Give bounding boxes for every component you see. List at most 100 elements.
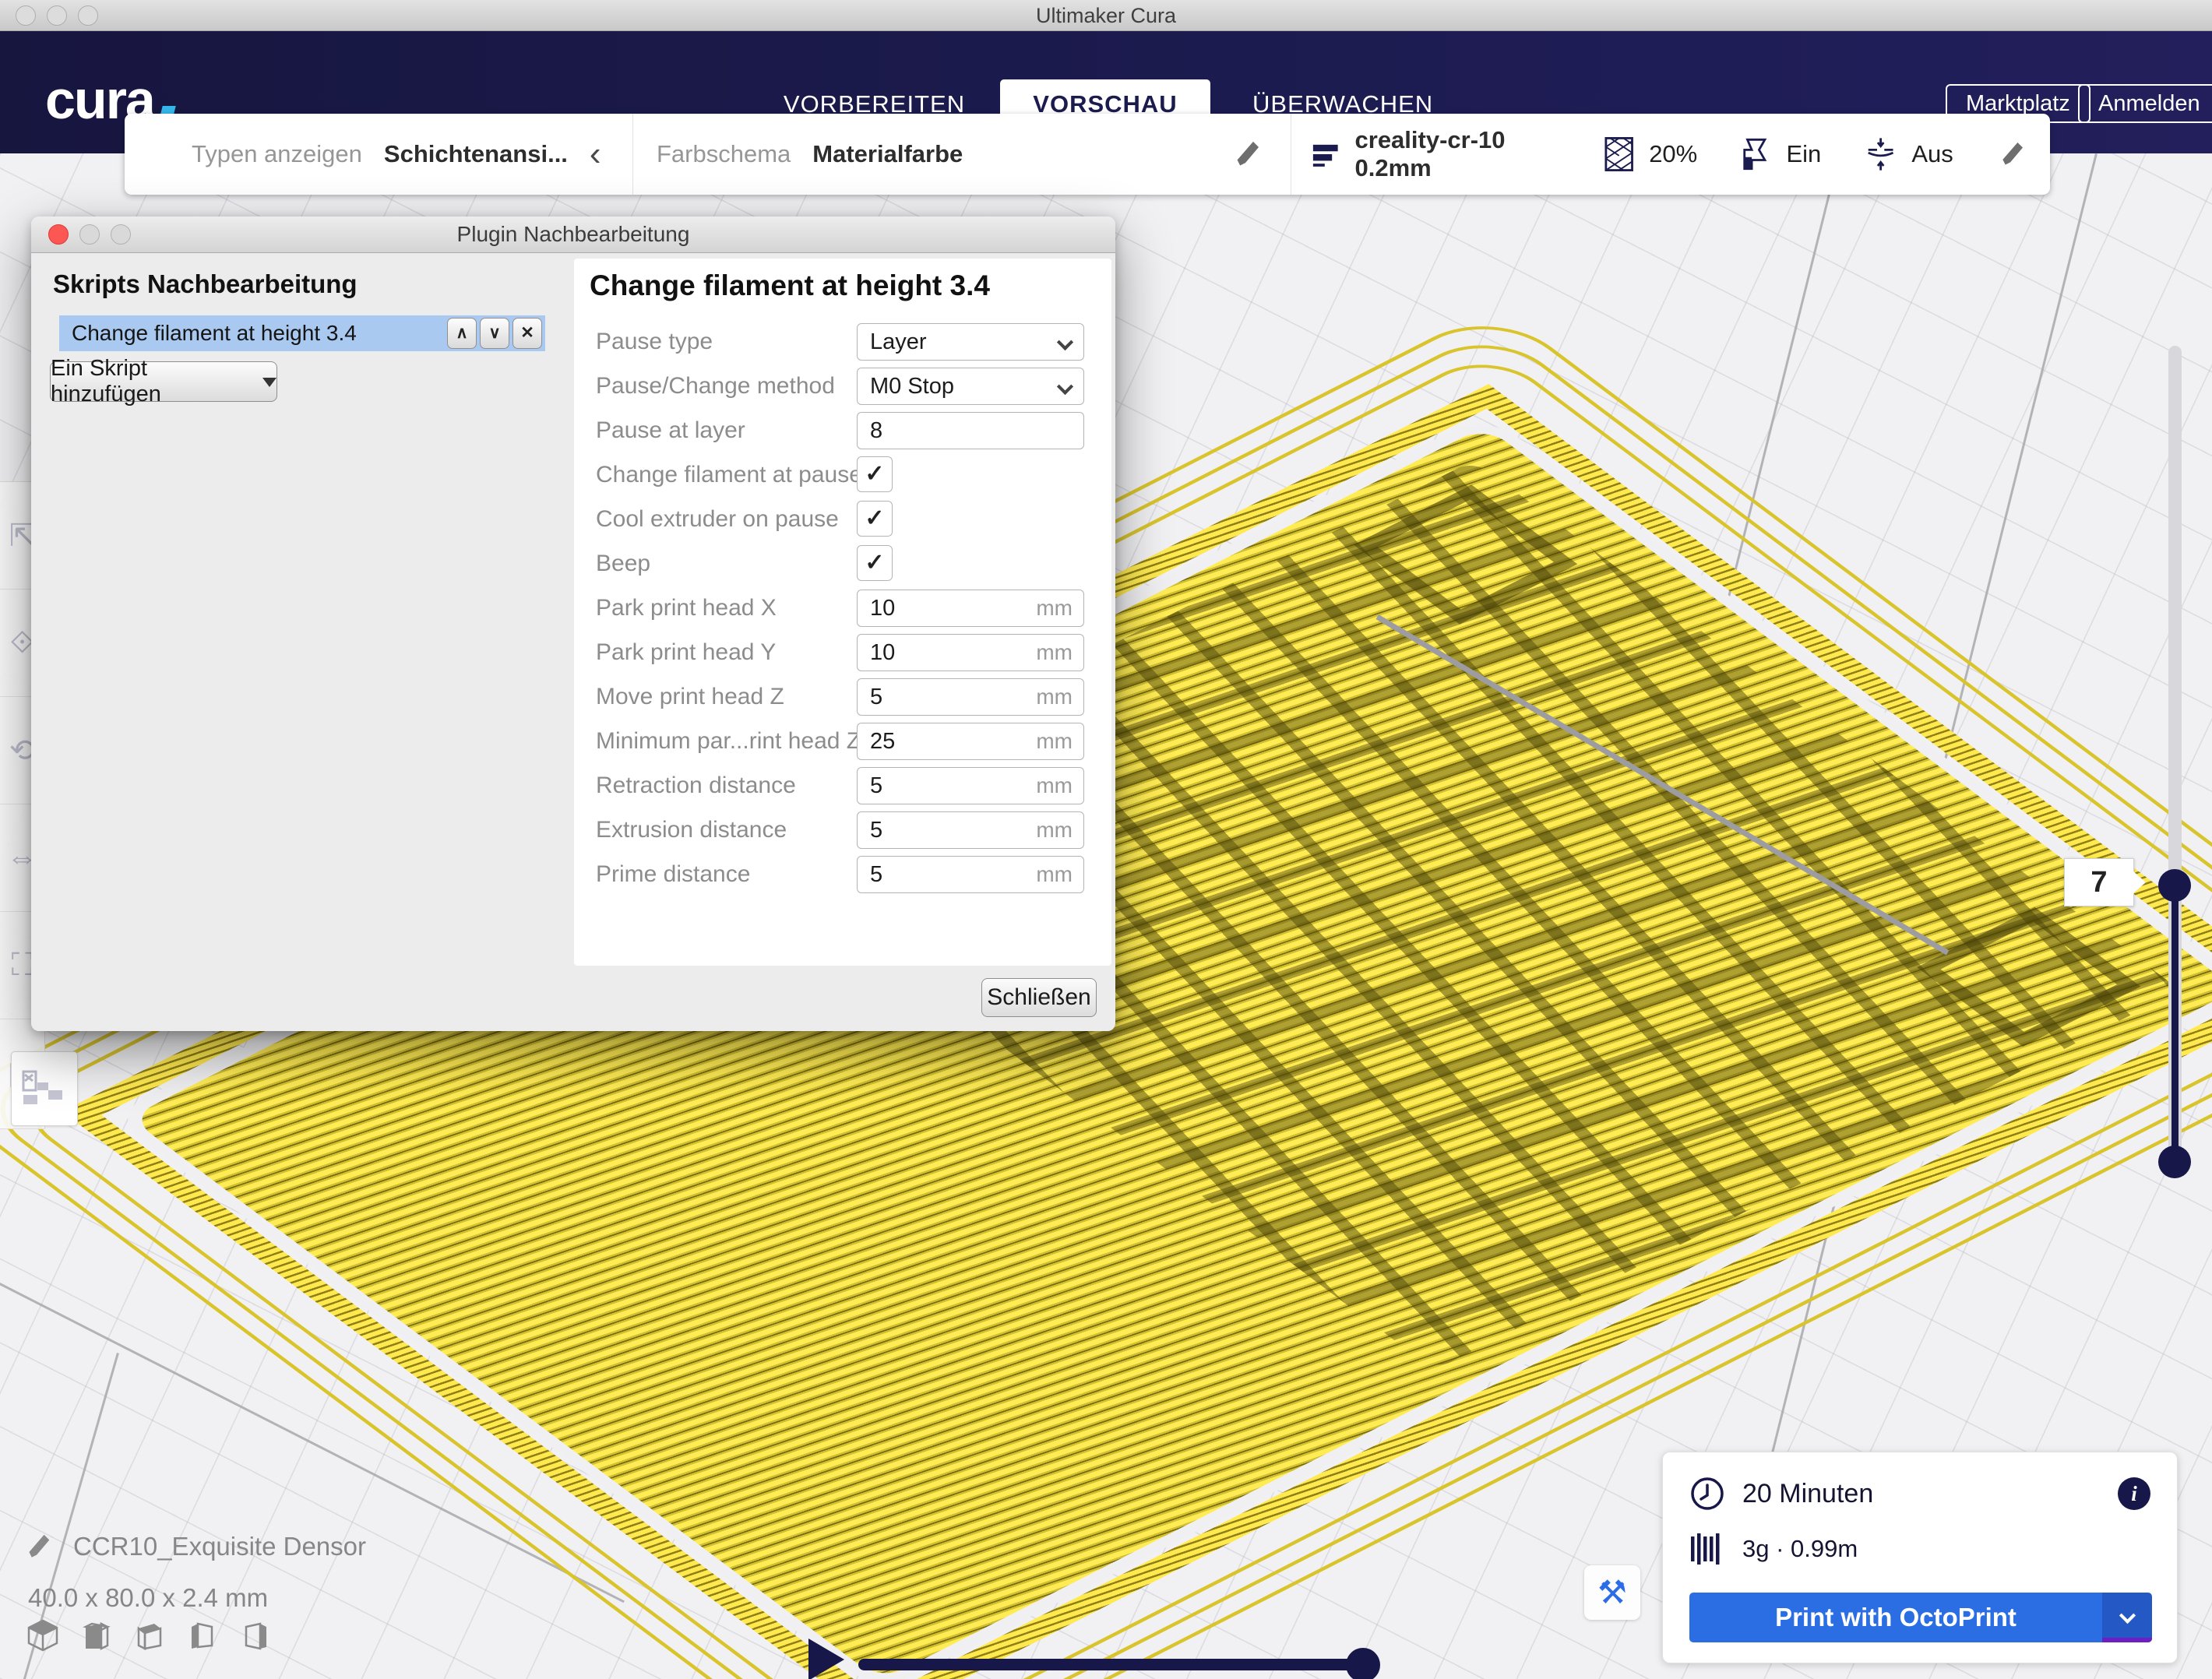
- dialog-minimize-icon[interactable]: [79, 224, 100, 245]
- remove-script-button[interactable]: ✕: [512, 318, 542, 349]
- material-usage: 3g · 0.99m: [1742, 1535, 1858, 1563]
- chevron-down-icon: [1057, 378, 1073, 394]
- dialog-titlebar[interactable]: Plugin Nachbearbeitung: [31, 216, 1115, 253]
- field-label: Move print head Z: [596, 678, 784, 716]
- beep-checkbox[interactable]: ✓: [857, 545, 893, 581]
- field-label: Cool extruder on pause: [596, 501, 839, 538]
- support-icon: [1742, 137, 1770, 171]
- dialog-maximize-icon[interactable]: [111, 224, 131, 245]
- edit-pencil-icon[interactable]: [26, 1533, 53, 1560]
- playback-track[interactable]: [858, 1659, 1366, 1670]
- per-model-tool-icon: ⛶: [12, 948, 33, 983]
- dropdown-triangle-icon: [262, 378, 276, 394]
- input-value: 5: [870, 818, 1036, 843]
- input-value: 10: [870, 596, 1036, 621]
- move-head-z-input[interactable]: 5 mm: [857, 678, 1084, 716]
- stairs-icon: [22, 1068, 67, 1109]
- view-left-icon[interactable]: [184, 1617, 220, 1653]
- view-options-bar: Typen anzeigen Schichtenansi... ‹ Farbsc…: [125, 114, 2050, 195]
- printer-profile-button[interactable]: creality-cr-10 0.2mm: [1355, 126, 1573, 182]
- view-top-icon[interactable]: [131, 1617, 167, 1653]
- os-titlebar: Ultimaker Cura: [0, 0, 2212, 31]
- pause-at-layer-input[interactable]: 8: [857, 412, 1084, 449]
- project-name: CCR10_Exquisite Densor: [73, 1532, 366, 1561]
- input-value: 10: [870, 640, 1036, 666]
- park-head-x-input[interactable]: 10 mm: [857, 590, 1084, 627]
- cool-extruder-checkbox[interactable]: ✓: [857, 501, 893, 537]
- hammer-wrench-icon: ⚒: [1597, 1574, 1627, 1610]
- move-script-up-button[interactable]: ∧: [447, 318, 477, 349]
- dialog-close-icon[interactable]: [48, 224, 69, 245]
- infill-icon: [1604, 136, 1633, 173]
- post-processing-dialog: Plugin Nachbearbeitung Skripts Nachbearb…: [31, 216, 1115, 1031]
- script-list-item-selected[interactable]: Change filament at height 3.4 ∧ ∨ ✕: [59, 315, 545, 351]
- adhesion-value: Aus: [1911, 140, 1953, 168]
- clock-icon: [1689, 1476, 1725, 1512]
- scripts-heading: Skripts Nachbearbeitung: [53, 269, 358, 299]
- print-options-dropdown[interactable]: [2102, 1593, 2152, 1642]
- script-settings-heading: Change filament at height 3.4: [590, 269, 990, 302]
- unit-label: mm: [1036, 773, 1073, 798]
- field-label: Minimum par...rint head Z: [596, 723, 861, 760]
- edit-print-settings-pencil-icon[interactable]: [2000, 140, 2027, 168]
- select-value: M0 Stop: [870, 374, 1059, 400]
- collapse-chevron-icon[interactable]: ‹: [590, 115, 601, 193]
- unit-label: mm: [1036, 596, 1073, 621]
- move-script-down-button[interactable]: ∨: [480, 318, 509, 349]
- view-type-label: Typen anzeigen: [192, 140, 362, 168]
- layer-slider-range: [2171, 885, 2179, 1162]
- print-info-panel: 20 Minuten i 3g · 0.99m Print with OctoP…: [1662, 1452, 2178, 1663]
- extrusion-distance-input[interactable]: 5 mm: [857, 811, 1084, 849]
- view-type-dropdown[interactable]: Schichtenansi...: [384, 140, 568, 168]
- signin-button[interactable]: Anmelden: [2078, 84, 2212, 123]
- field-label: Beep: [596, 545, 650, 583]
- minimum-park-head-z-input[interactable]: 25 mm: [857, 723, 1084, 760]
- info-icon[interactable]: i: [2118, 1477, 2150, 1510]
- play-button[interactable]: [808, 1639, 844, 1679]
- field-label: Retraction distance: [596, 767, 796, 804]
- window-title: Ultimaker Cura: [0, 0, 2212, 31]
- print-with-octoprint-button[interactable]: Print with OctoPrint: [1689, 1593, 2102, 1642]
- field-label: Change filament at pause: [596, 456, 862, 494]
- infill-value: 20%: [1649, 140, 1697, 168]
- model-dimensions: 40.0 x 80.0 x 2.4 mm: [28, 1583, 268, 1613]
- view-3d-icon[interactable]: [25, 1617, 61, 1653]
- prime-distance-input[interactable]: 5 mm: [857, 856, 1084, 893]
- print-time: 20 Minuten: [1742, 1479, 1873, 1509]
- retraction-distance-input[interactable]: 5 mm: [857, 767, 1084, 804]
- close-dialog-button[interactable]: Schließen: [981, 978, 1097, 1017]
- add-script-button[interactable]: Ein Skript hinzufügen: [50, 361, 277, 402]
- qr-finder-square: [1354, 484, 1577, 624]
- unit-label: mm: [1036, 818, 1073, 843]
- layer-indicator: 7: [2064, 858, 2134, 906]
- edit-view-pencil-icon[interactable]: [1235, 140, 1263, 168]
- adjust-tools-button[interactable]: ⚒: [1584, 1565, 1640, 1620]
- input-value: 5: [870, 685, 1036, 710]
- input-value: 5: [870, 773, 1036, 799]
- chevron-down-icon: [1057, 333, 1073, 350]
- color-scheme-label: Farbschema: [657, 140, 791, 168]
- chevron-down-icon: [2119, 1607, 2135, 1623]
- field-label: Park print head X: [596, 590, 777, 627]
- color-scheme-dropdown[interactable]: Materialfarbe: [812, 140, 963, 168]
- support-value: Ein: [1786, 140, 1821, 168]
- layer-slider-upper-handle[interactable]: [2158, 869, 2191, 902]
- park-head-y-input[interactable]: 10 mm: [857, 634, 1084, 671]
- field-label: Prime distance: [596, 856, 750, 893]
- pause-type-select[interactable]: Layer: [857, 323, 1084, 361]
- pause-method-select[interactable]: M0 Stop: [857, 368, 1084, 405]
- stairs-tool-button[interactable]: [11, 1051, 78, 1126]
- layer-slider-lower-handle[interactable]: [2158, 1146, 2191, 1178]
- select-value: Layer: [870, 329, 1059, 355]
- layer-number: 7: [2090, 866, 2107, 899]
- unit-label: mm: [1036, 640, 1073, 665]
- change-filament-checkbox[interactable]: ✓: [857, 456, 893, 492]
- view-right-icon[interactable]: [237, 1617, 273, 1653]
- layers-icon: [1312, 139, 1340, 169]
- unit-label: mm: [1036, 862, 1073, 887]
- field-label: Park print head Y: [596, 634, 776, 671]
- playback-handle[interactable]: [1346, 1648, 1380, 1679]
- dialog-title: Plugin Nachbearbeitung: [31, 216, 1115, 252]
- view-front-icon[interactable]: [78, 1617, 114, 1653]
- material-icon: [1689, 1532, 1725, 1566]
